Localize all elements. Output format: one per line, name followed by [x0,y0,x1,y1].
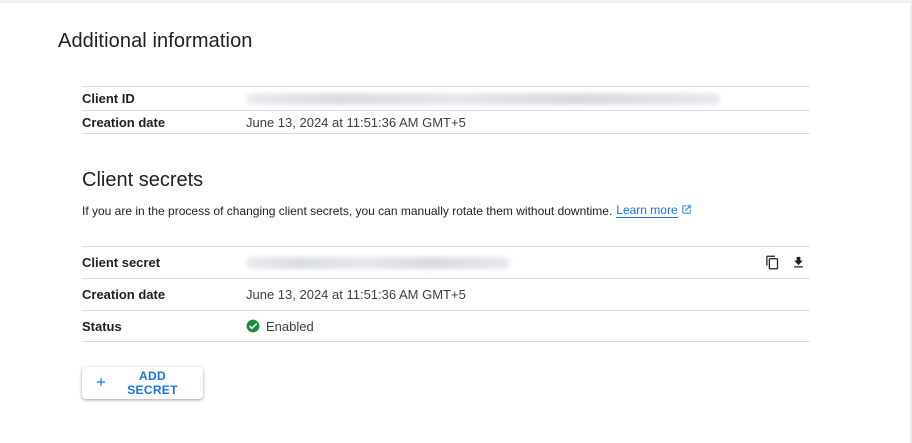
client-id-redacted [246,92,720,105]
additional-info-title: Additional information [58,30,253,52]
add-secret-button[interactable]: ADD SECRET [82,367,203,399]
plus-icon [94,375,108,391]
download-icon[interactable] [790,255,806,271]
creation-date-label: Creation date [82,114,166,130]
status-value: Enabled [246,319,314,334]
client-secret-label: Client secret [82,255,161,270]
learn-more-text: Learn more [616,203,678,217]
check-circle-icon [246,319,260,333]
table-row-status: Status Enabled [82,310,810,342]
status-text: Enabled [266,318,314,334]
secret-creation-date-value: June 13, 2024 at 11:51:36 AM GMT+5 [246,287,466,302]
client-secrets-table: Client secret Creation date June 13, 202… [82,246,810,342]
copy-icon[interactable] [764,255,780,271]
table-row-secret-creation-date: Creation date June 13, 2024 at 11:51:36 … [82,278,810,310]
client-secret-redacted [246,256,510,269]
secret-actions [764,255,806,271]
client-id-label: Client ID [82,91,135,106]
client-secrets-title: Client secrets [82,169,204,191]
client-secrets-description: If you are in the process of changing cl… [82,204,692,218]
open-in-new-icon[interactable] [681,204,692,218]
client-id-value [246,92,720,105]
status-label: Status [82,318,122,334]
secret-creation-date-label: Creation date [82,287,166,302]
additional-info-table: Client ID Creation date June 13, 2024 at… [82,86,810,134]
learn-more-link[interactable]: Learn more [616,203,678,218]
table-row-client-id: Client ID [82,86,810,110]
table-row-client-secret: Client secret [82,246,810,278]
creation-date-value: June 13, 2024 at 11:51:36 AM GMT+5 [246,114,466,130]
client-secret-value [246,256,510,269]
description-text: If you are in the process of changing cl… [82,204,613,218]
add-secret-label: ADD SECRET [127,369,178,397]
table-row-creation-date: Creation date June 13, 2024 at 11:51:36 … [82,110,810,134]
top-divider [0,0,912,3]
